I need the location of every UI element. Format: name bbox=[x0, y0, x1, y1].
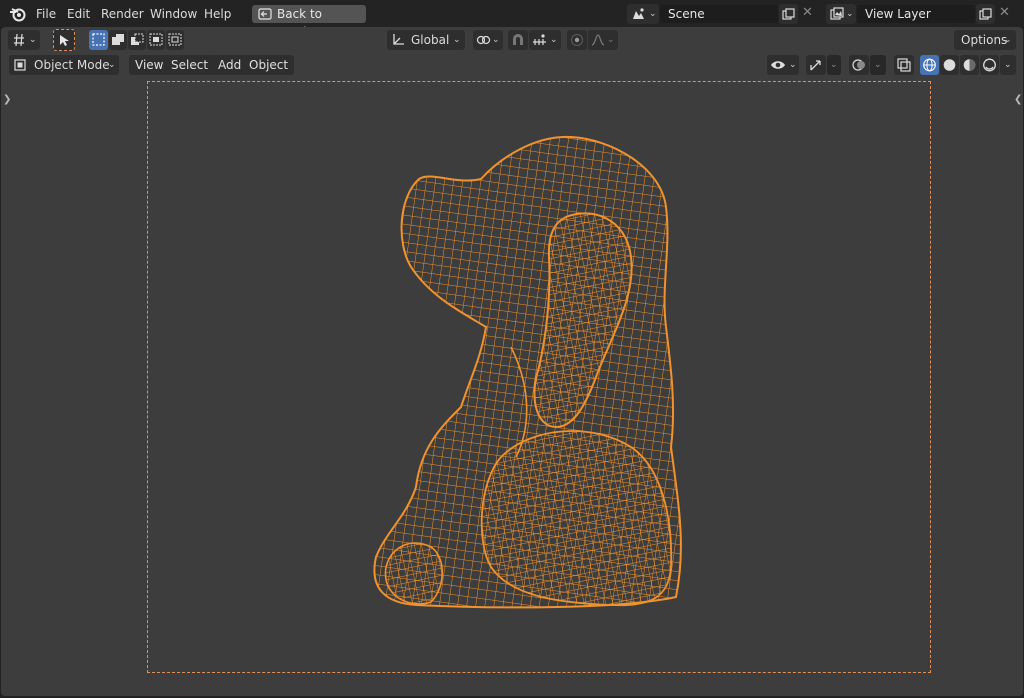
view-header: Object Mode ⌄ View Select Add Object ⌄ ⌄ bbox=[1, 54, 1023, 78]
scene-new-button[interactable] bbox=[779, 4, 798, 24]
rendered-sphere-icon bbox=[983, 58, 996, 72]
menu-window[interactable]: Window bbox=[150, 6, 197, 22]
3d-viewport[interactable]: ⌄ Global ⌄ ⌄ ⌄ ⌄ Options ⌄ Object Mode ⌄… bbox=[1, 27, 1023, 696]
scene-delete-icon[interactable]: ✕ bbox=[802, 6, 816, 20]
mode-invert-button[interactable] bbox=[147, 30, 165, 50]
mode-subtract-button[interactable] bbox=[128, 30, 146, 50]
object-mode-icon bbox=[14, 59, 26, 71]
solid-sphere-icon bbox=[943, 59, 956, 71]
gizmo-icon bbox=[810, 60, 821, 71]
object-mode-dropdown[interactable]: Object Mode ⌄ bbox=[9, 55, 119, 75]
duplicate-icon bbox=[782, 8, 795, 20]
eye-icon bbox=[771, 61, 785, 69]
shading-options-dropdown[interactable]: ⌄ bbox=[1000, 55, 1016, 75]
wireframe-dog-mesh[interactable] bbox=[361, 127, 691, 617]
mode-set-button[interactable] bbox=[89, 30, 108, 50]
shading-solid-button[interactable] bbox=[940, 55, 959, 75]
menu-add[interactable]: Add bbox=[212, 55, 248, 75]
select-set-icon bbox=[92, 33, 105, 46]
proportional-falloff-dropdown[interactable]: ⌄ bbox=[588, 30, 618, 50]
dog-front-paw bbox=[384, 542, 443, 605]
snap-target-dropdown[interactable]: ⌄ bbox=[529, 30, 561, 50]
axis-grid-icon bbox=[14, 33, 24, 47]
view-layer-name-value: View Layer bbox=[865, 7, 931, 21]
editor-type-button[interactable]: ⌄ bbox=[8, 30, 40, 50]
overlays-dropdown[interactable]: ⌄ bbox=[870, 55, 886, 75]
menu-render[interactable]: Render bbox=[101, 6, 144, 22]
proportional-icon bbox=[570, 33, 584, 47]
scene-name-value: Scene bbox=[668, 7, 705, 21]
orientation-axes-icon bbox=[393, 34, 404, 45]
object-mode-value: Object Mode bbox=[34, 58, 110, 72]
tool-header: ⌄ Global ⌄ ⌄ ⌄ ⌄ Options ⌄ bbox=[1, 29, 1023, 53]
back-icon bbox=[258, 8, 272, 20]
select-intersect-icon bbox=[168, 33, 182, 46]
menu-select[interactable]: Select bbox=[165, 55, 215, 75]
mode-intersect-button[interactable] bbox=[166, 30, 184, 50]
back-to-previous-button[interactable]: Back to Previous bbox=[252, 5, 366, 39]
options-label: Options bbox=[961, 33, 1008, 47]
shading-wireframe-button[interactable] bbox=[920, 55, 939, 75]
xray-icon bbox=[897, 58, 911, 72]
snap-toggle[interactable] bbox=[508, 30, 528, 50]
blender-logo-icon[interactable] bbox=[9, 6, 27, 22]
duplicate-icon bbox=[979, 8, 992, 20]
view-layer-new-button[interactable] bbox=[976, 4, 995, 24]
material-sphere-icon bbox=[963, 59, 976, 71]
menu-view[interactable]: View bbox=[129, 55, 170, 75]
visibility-dropdown[interactable]: ⌄ bbox=[767, 55, 799, 75]
menu-object[interactable]: Object bbox=[243, 55, 295, 75]
select-extend-icon bbox=[112, 34, 124, 45]
view-layer-browse-button[interactable]: ⌄ bbox=[826, 4, 856, 24]
scene-browse-button[interactable]: ⌄ bbox=[627, 4, 659, 24]
dog-haunch bbox=[480, 430, 673, 607]
select-subtract-icon bbox=[131, 33, 144, 45]
view-layer-icon bbox=[830, 7, 844, 20]
cursor-icon bbox=[60, 35, 69, 46]
view-layer-delete-icon[interactable]: ✕ bbox=[999, 6, 1013, 20]
magnet-icon bbox=[513, 34, 523, 45]
scene-icon bbox=[633, 8, 644, 19]
scene-name-field[interactable]: Scene bbox=[660, 5, 778, 23]
toolbar-expand-icon[interactable]: ❯ bbox=[3, 94, 11, 105]
transform-orientation-dropdown[interactable]: Global ⌄ bbox=[387, 30, 465, 50]
pivot-icon bbox=[476, 35, 491, 45]
select-invert-icon bbox=[149, 33, 163, 46]
view-layer-name-field[interactable]: View Layer bbox=[857, 5, 975, 23]
wireframe-sphere-icon bbox=[923, 58, 936, 72]
proportional-edit-toggle[interactable] bbox=[567, 30, 587, 50]
select-tool-button[interactable] bbox=[53, 29, 75, 51]
mode-extend-button[interactable] bbox=[109, 30, 127, 50]
menu-file[interactable]: File bbox=[36, 6, 56, 22]
gizmo-dropdown[interactable]: ⌄ bbox=[827, 55, 841, 75]
xray-toggle[interactable] bbox=[894, 55, 914, 75]
options-dropdown[interactable]: Options ⌄ bbox=[954, 30, 1016, 50]
pivot-point-dropdown[interactable]: ⌄ bbox=[473, 30, 503, 50]
sidebar-expand-icon[interactable]: ❮ bbox=[1014, 94, 1022, 105]
gizmo-toggle[interactable] bbox=[806, 55, 826, 75]
overlays-icon bbox=[852, 59, 865, 71]
shading-rendered-button[interactable] bbox=[980, 55, 999, 75]
menu-edit[interactable]: Edit bbox=[67, 6, 90, 22]
shading-material-button[interactable] bbox=[960, 55, 979, 75]
menu-help[interactable]: Help bbox=[204, 6, 231, 22]
overlays-toggle[interactable] bbox=[849, 55, 869, 75]
top-bar: File Edit Render Window Help Back to Pre… bbox=[0, 0, 1024, 39]
snap-increment-icon bbox=[533, 34, 546, 45]
falloff-curve-icon bbox=[591, 34, 605, 46]
orientation-value: Global bbox=[411, 33, 450, 47]
